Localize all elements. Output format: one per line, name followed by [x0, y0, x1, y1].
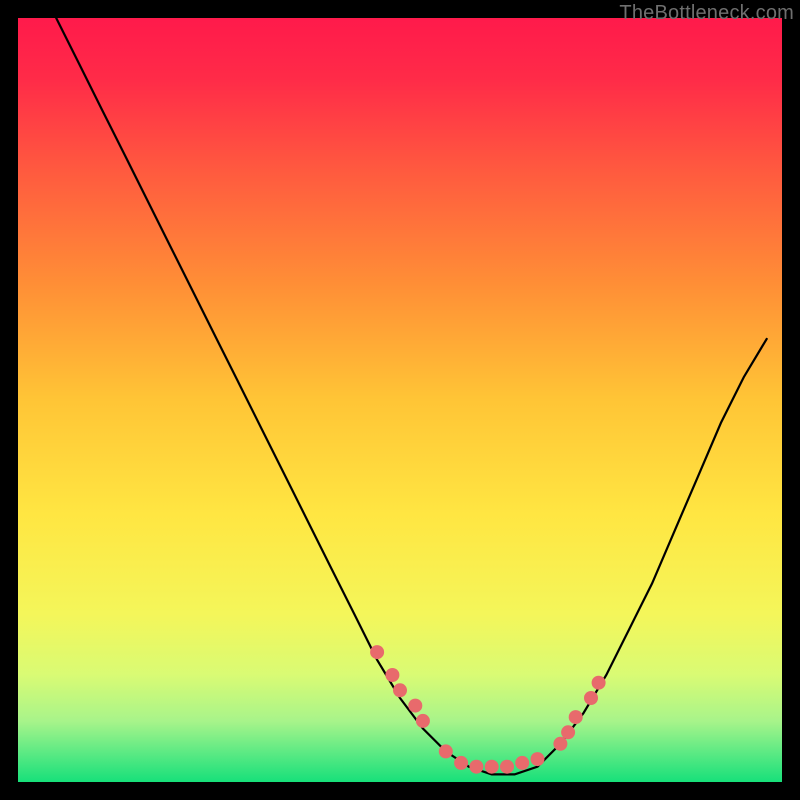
curve-marker	[515, 756, 529, 770]
curve-marker	[454, 756, 468, 770]
curve-marker	[561, 725, 575, 739]
curve-marker	[469, 760, 483, 774]
curve-marker	[416, 714, 430, 728]
bottleneck-chart	[18, 18, 782, 782]
curve-marker	[569, 710, 583, 724]
curve-marker	[370, 645, 384, 659]
attribution-text: TheBottleneck.com	[619, 2, 794, 25]
curve-marker	[500, 760, 514, 774]
curve-marker	[584, 691, 598, 705]
curve-marker	[393, 683, 407, 697]
chart-frame	[18, 18, 782, 782]
gradient-background	[18, 18, 782, 782]
curve-marker	[439, 744, 453, 758]
curve-marker	[531, 752, 545, 766]
curve-marker	[592, 676, 606, 690]
curve-marker	[485, 760, 499, 774]
curve-marker	[553, 737, 567, 751]
curve-marker	[385, 668, 399, 682]
curve-marker	[408, 699, 422, 713]
